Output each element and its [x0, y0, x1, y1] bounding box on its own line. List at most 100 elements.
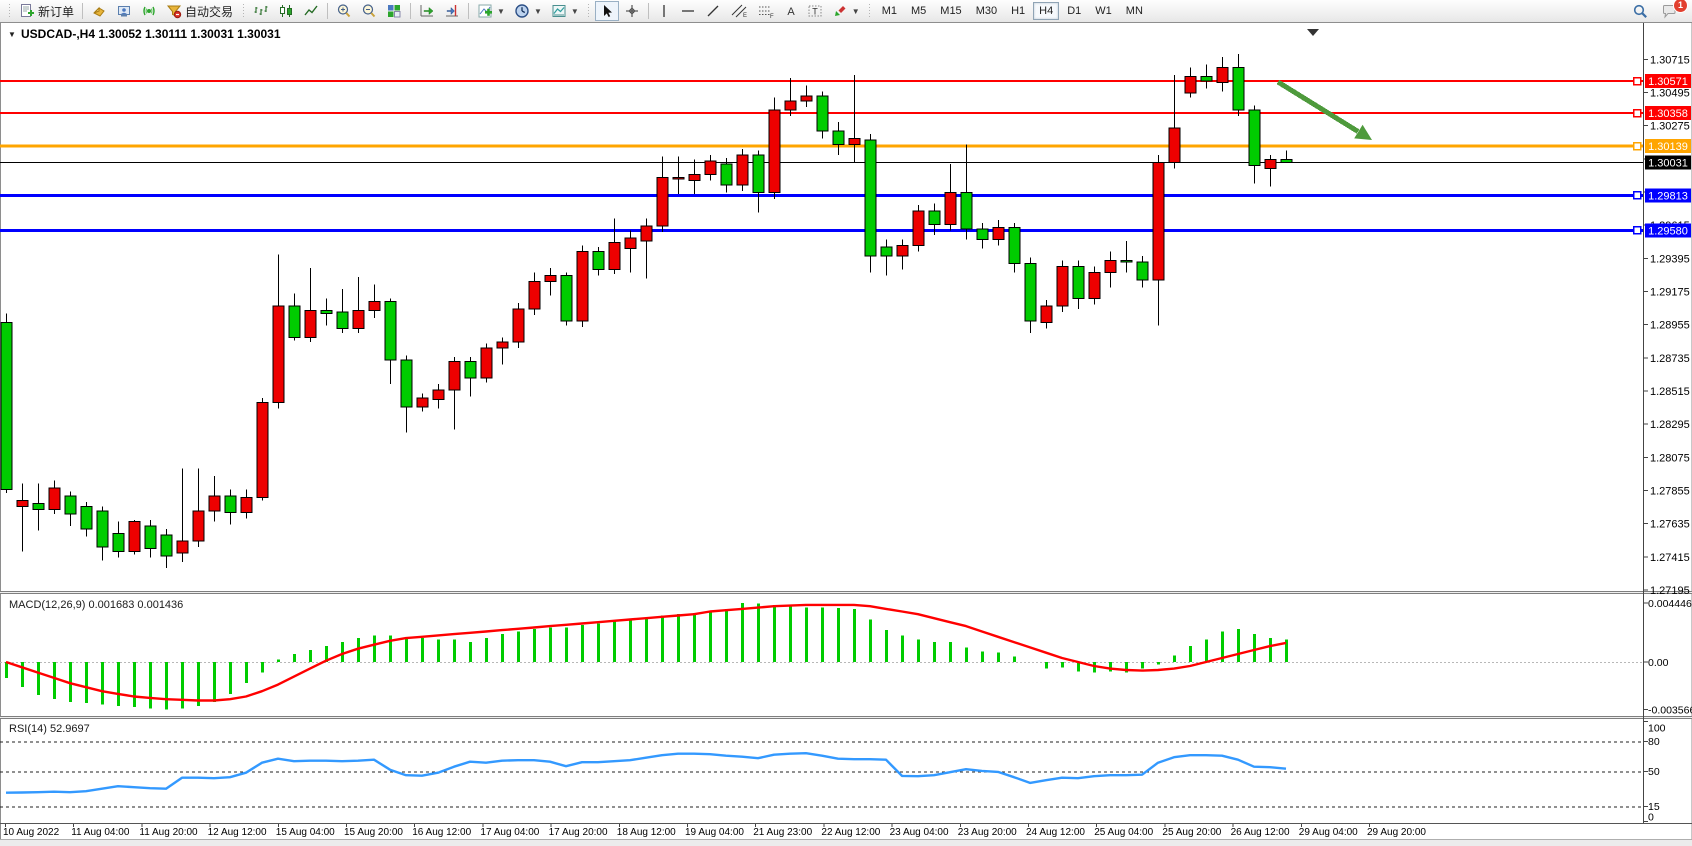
auto-scroll-icon	[419, 3, 435, 19]
arrows-button[interactable]: ▼	[828, 1, 864, 21]
horizontal-line-icon	[680, 3, 696, 19]
svg-text:11 Aug 04:00: 11 Aug 04:00	[71, 827, 130, 838]
svg-text:15 Aug 04:00: 15 Aug 04:00	[276, 827, 335, 838]
chart-title: ▼USDCAD-,H4 1.30052 1.30111 1.30031 1.30…	[8, 27, 281, 41]
crosshair-button[interactable]	[620, 1, 644, 21]
fibonacci-button[interactable]: F	[753, 1, 779, 21]
auto-scroll-button[interactable]	[415, 1, 439, 21]
timeframe-d1-button[interactable]: D1	[1061, 2, 1087, 20]
svg-text:1.29395: 1.29395	[1650, 253, 1690, 265]
svg-text:29 Aug 20:00: 29 Aug 20:00	[1367, 827, 1426, 838]
svg-text:0.00: 0.00	[1648, 657, 1669, 669]
zoom-in-button[interactable]	[332, 1, 356, 21]
toolbar-drag-handle[interactable]	[868, 4, 872, 19]
vertical-line-icon	[657, 3, 671, 19]
timeframe-m30-button[interactable]: M30	[970, 2, 1003, 20]
svg-text:-0.003566: -0.003566	[1648, 704, 1692, 716]
line-chart-icon	[303, 3, 319, 19]
symbols-button[interactable]	[87, 1, 111, 21]
svg-text:1.29580: 1.29580	[1648, 225, 1688, 237]
svg-text:0: 0	[1648, 812, 1654, 824]
auto-trading-label: 自动交易	[185, 3, 233, 20]
timeframe-mn-button[interactable]: MN	[1120, 2, 1149, 20]
svg-text:18 Aug 12:00: 18 Aug 12:00	[617, 827, 676, 838]
profile-button[interactable]	[112, 1, 136, 21]
signal-icon	[141, 3, 157, 19]
svg-text:29 Aug 04:00: 29 Aug 04:00	[1299, 827, 1358, 838]
zoom-out-icon	[361, 3, 377, 19]
separator	[648, 3, 649, 19]
timeframe-m1-button[interactable]: M1	[876, 2, 903, 20]
toolbar: 新订单	[0, 0, 1692, 23]
svg-text:1.29175: 1.29175	[1650, 286, 1690, 298]
zoom-out-button[interactable]	[357, 1, 381, 21]
svg-text:1.27195: 1.27195	[1650, 585, 1690, 597]
new-order-button[interactable]: 新订单	[15, 1, 78, 21]
text-label-button[interactable]: T	[803, 1, 827, 21]
toolbar-drag-handle[interactable]	[587, 4, 591, 19]
timeframe-m15-button[interactable]: M15	[934, 2, 967, 20]
svg-text:21 Aug 23:00: 21 Aug 23:00	[753, 827, 812, 838]
svg-text:0.004446: 0.004446	[1648, 598, 1692, 610]
candlestick-chart-button[interactable]	[274, 1, 298, 21]
fibonacci-icon: F	[757, 3, 775, 19]
text-label-icon: T	[807, 3, 823, 19]
toolbar-right-group: 1	[1628, 1, 1688, 21]
chart-canvas[interactable]: 1.307151.304951.302751.300551.298351.296…	[0, 23, 1692, 846]
svg-text:17 Aug 20:00: 17 Aug 20:00	[549, 827, 608, 838]
svg-text:E: E	[743, 13, 747, 19]
svg-text:10 Aug 2022: 10 Aug 2022	[3, 827, 60, 838]
timeframe-w1-button[interactable]: W1	[1089, 2, 1118, 20]
timeframe-h4-button[interactable]: H4	[1033, 2, 1059, 20]
search-button[interactable]	[1628, 1, 1653, 21]
notifications-button[interactable]: 1	[1657, 1, 1682, 21]
separator	[327, 3, 328, 19]
toolbar-drag-handle[interactable]	[241, 4, 245, 19]
indicators-button[interactable]: ▼	[473, 1, 509, 21]
timeframe-h1-button[interactable]: H1	[1005, 2, 1031, 20]
svg-text:1.28955: 1.28955	[1650, 320, 1690, 332]
arrows-icon	[832, 3, 848, 19]
chevron-down-icon: ▼	[534, 7, 542, 16]
chart-shift-button[interactable]	[440, 1, 464, 21]
svg-text:MACD(12,26,9) 0.001683 0.00143: MACD(12,26,9) 0.001683 0.001436	[9, 599, 183, 611]
text-button[interactable]: A	[780, 1, 802, 21]
svg-text:25 Aug 20:00: 25 Aug 20:00	[1162, 827, 1221, 838]
timeframe-m5-button[interactable]: M5	[905, 2, 932, 20]
line-chart-button[interactable]	[299, 1, 323, 21]
periods-icon	[514, 3, 530, 19]
time-axis: 10 Aug 202211 Aug 04:0011 Aug 20:0012 Au…	[3, 824, 1426, 838]
trendline-button[interactable]	[701, 1, 725, 21]
bar-chart-button[interactable]	[249, 1, 273, 21]
cursor-button[interactable]	[595, 1, 619, 21]
separator	[410, 3, 411, 19]
auto-trading-button[interactable]: 自动交易	[162, 1, 237, 21]
toolbar-drag-handle[interactable]	[7, 4, 11, 19]
cursor-icon	[599, 3, 615, 19]
svg-text:1.30715: 1.30715	[1650, 54, 1690, 66]
timeframe-group: M1M5M15M30H1H4D1W1MN	[876, 2, 1149, 20]
indicators-icon	[477, 3, 493, 19]
usdcad-h4-chart[interactable]: 1.307151.304951.302751.300551.298351.296…	[0, 23, 1692, 846]
svg-text:15 Aug 20:00: 15 Aug 20:00	[344, 827, 403, 838]
equidistant-channel-button[interactable]: E	[726, 1, 752, 21]
bar-chart-icon	[253, 3, 269, 19]
equidistant-channel-icon: E	[730, 3, 748, 19]
search-icon	[1632, 3, 1649, 20]
svg-text:1.27855: 1.27855	[1650, 486, 1690, 498]
periods-button[interactable]: ▼	[510, 1, 546, 21]
vertical-line-button[interactable]	[653, 1, 675, 21]
signal-button[interactable]	[137, 1, 161, 21]
horizontal-line-button[interactable]	[676, 1, 700, 21]
notification-badge: 1	[1674, 0, 1687, 12]
svg-text:25 Aug 04:00: 25 Aug 04:00	[1094, 827, 1153, 838]
tile-windows-button[interactable]	[382, 1, 406, 21]
svg-text:1.30275: 1.30275	[1650, 121, 1690, 133]
svg-text:50: 50	[1648, 766, 1660, 778]
svg-text:RSI(14) 52.9697: RSI(14) 52.9697	[9, 723, 90, 735]
templates-button[interactable]: ▼	[547, 1, 583, 21]
chart-shift-icon	[444, 3, 460, 19]
candlestick-chart-icon	[278, 3, 294, 19]
svg-text:23 Aug 04:00: 23 Aug 04:00	[890, 827, 949, 838]
text-icon: A	[784, 3, 798, 19]
